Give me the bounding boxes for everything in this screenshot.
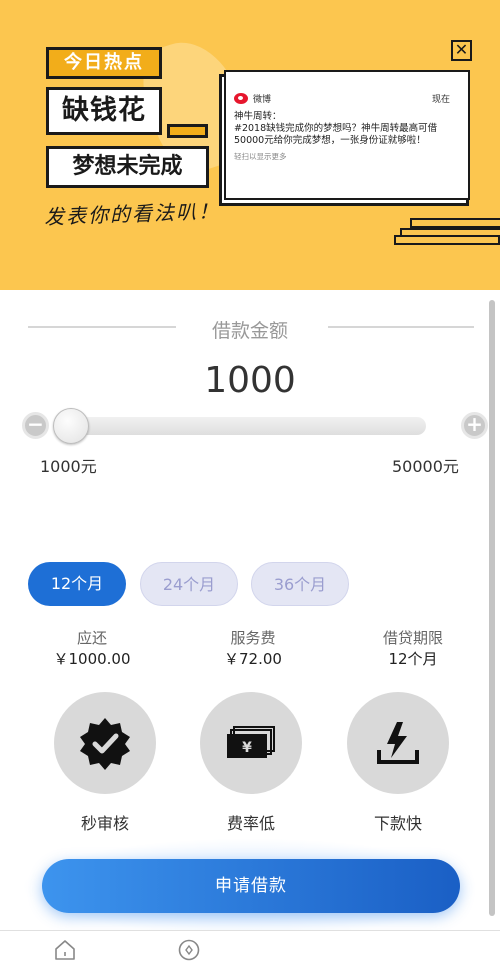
fee-value: ￥72.00 bbox=[224, 650, 282, 668]
nav-home[interactable] bbox=[52, 937, 78, 963]
svg-text:¥: ¥ bbox=[242, 740, 252, 756]
divider-right bbox=[328, 326, 474, 328]
period-summary: 借贷期限 12个月 bbox=[348, 628, 478, 670]
hot-topic-tag: 今日热点 bbox=[46, 47, 162, 79]
bottom-nav bbox=[0, 930, 500, 969]
post-line-1: #2018缺钱完成你的梦想吗？神牛周转最高可借 bbox=[234, 123, 438, 134]
post-footer: 轻扫以显示更多 bbox=[234, 152, 287, 161]
decorative-bar bbox=[167, 124, 208, 138]
loan-amount-title: 借款金额 bbox=[211, 320, 288, 342]
amount-slider-thumb[interactable] bbox=[53, 408, 89, 444]
post-line-2: 50000元给你完成梦想，一张身份证就够啦！ bbox=[234, 135, 426, 146]
minus-icon: − bbox=[27, 412, 44, 436]
home-icon bbox=[55, 940, 75, 960]
post-source-label: 微博 bbox=[253, 95, 272, 105]
feature-label-low-rate: 费率低 bbox=[226, 814, 275, 833]
post-time: 现在 bbox=[431, 95, 450, 105]
nav-discover[interactable] bbox=[176, 937, 202, 963]
fee-summary: 服务费 ￥72.00 bbox=[188, 628, 318, 670]
decorative-stripe bbox=[410, 218, 500, 228]
post-author: 神牛周转： bbox=[234, 111, 282, 122]
weibo-icon bbox=[234, 93, 248, 104]
post-source: 微博 bbox=[234, 92, 271, 105]
period-label: 借贷期限 bbox=[382, 629, 443, 647]
repay-label: 应还 bbox=[76, 629, 107, 647]
feature-label-fast-payout: 下款快 bbox=[373, 814, 422, 833]
feature-quick-review bbox=[54, 692, 156, 794]
close-icon[interactable]: ✕ bbox=[451, 40, 472, 61]
amount-slider-track[interactable] bbox=[56, 417, 426, 435]
banner-call-to-action: 发表你的看法叭！ bbox=[43, 198, 221, 230]
page-scrollbar[interactable] bbox=[489, 300, 495, 916]
term-tab-36[interactable]: 36个月 bbox=[251, 562, 349, 606]
verified-badge-icon bbox=[80, 718, 130, 770]
feature-low-rate: ¥ bbox=[200, 692, 302, 794]
period-value: 12个月 bbox=[388, 650, 438, 668]
amount-max-label: 50000元 bbox=[392, 457, 459, 476]
feature-label-quick-review: 秒审核 bbox=[80, 814, 129, 833]
banner-title: 缺钱花 bbox=[46, 87, 162, 135]
decorative-stripe bbox=[394, 235, 500, 245]
cash-stack-icon: ¥ bbox=[227, 726, 275, 758]
term-tab-12[interactable]: 12个月 bbox=[28, 562, 126, 606]
repay-summary: 应还 ￥1000.00 bbox=[27, 628, 157, 670]
plus-icon: + bbox=[466, 412, 483, 436]
feature-fast-payout bbox=[347, 692, 449, 794]
term-tab-24[interactable]: 24个月 bbox=[140, 562, 238, 606]
amount-min-label: 1000元 bbox=[40, 457, 97, 476]
increase-amount-button[interactable]: + bbox=[461, 412, 488, 439]
banner-subtitle: 梦想未完成 bbox=[46, 146, 209, 188]
lightning-tray-icon bbox=[377, 722, 419, 764]
promo-banner[interactable]: 今日热点 缺钱花 梦想未完成 发表你的看法叭！ ✕ 微博 现在 神牛周转： #2… bbox=[0, 0, 500, 290]
fee-label: 服务费 bbox=[230, 629, 276, 647]
decrease-amount-button[interactable]: − bbox=[22, 412, 49, 439]
repay-value: ￥1000.00 bbox=[53, 650, 131, 668]
apply-loan-button[interactable]: 申请借款 bbox=[42, 859, 460, 913]
weibo-post-card: 微博 现在 神牛周转： #2018缺钱完成你的梦想吗？神牛周转最高可借 5000… bbox=[228, 86, 456, 194]
discover-icon bbox=[178, 939, 200, 961]
loan-amount-value: 1000 bbox=[204, 360, 296, 401]
